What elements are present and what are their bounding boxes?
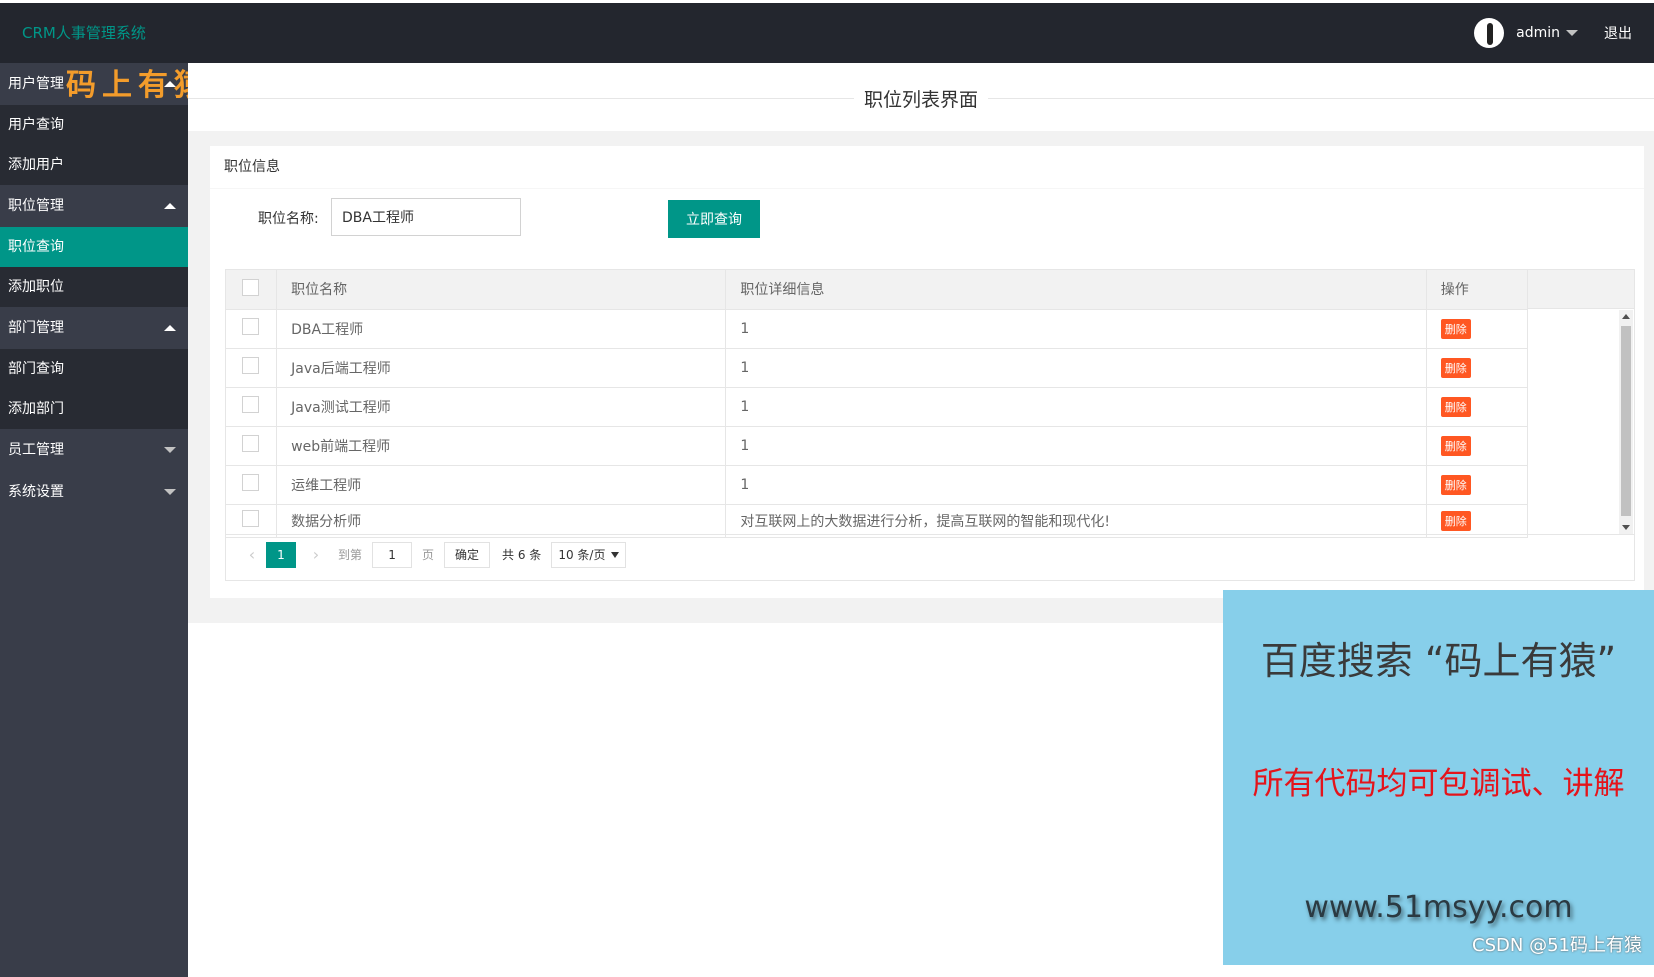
position-name-cell: Java测试工程师 xyxy=(276,387,727,427)
row-checkbox[interactable] xyxy=(242,318,259,335)
sidebar-group-settings[interactable]: 系统设置 xyxy=(0,471,188,513)
table-header-filler xyxy=(1528,270,1634,309)
table-row: DBA工程师 1 删除 xyxy=(226,309,1529,349)
column-header-detail: 职位详细信息 xyxy=(725,270,1427,310)
position-detail-cell: 1 xyxy=(725,426,1427,466)
sidebar-item-department-query[interactable]: 部门查询 xyxy=(0,349,188,389)
sidebar-children-position: 职位查询 添加职位 xyxy=(0,227,188,307)
search-form: 职位名称: 立即查询 xyxy=(210,198,1644,238)
sidebar-group-label: 职位管理 xyxy=(8,198,64,214)
user-area: admin 退出 xyxy=(1474,3,1654,63)
prev-page-icon[interactable]: ‹ xyxy=(242,545,262,564)
sidebar-children-user: 用户查询 添加用户 xyxy=(0,105,188,185)
delete-button[interactable]: 删除 xyxy=(1440,474,1471,495)
sidebar-item-add-position[interactable]: 添加职位 xyxy=(0,267,188,307)
dropdown-arrow-icon xyxy=(611,551,620,558)
user-menu[interactable]: admin xyxy=(1516,25,1578,41)
sidebar-item-user-query[interactable]: 用户查询 xyxy=(0,105,188,145)
table-row: 运维工程师 1 删除 xyxy=(226,465,1529,505)
sidebar-group-label: 员工管理 xyxy=(8,442,64,458)
sidebar-group-position[interactable]: 职位管理 xyxy=(0,185,188,227)
position-detail-cell: 1 xyxy=(725,348,1427,388)
goto-label: 到第 xyxy=(338,548,363,562)
search-button[interactable]: 立即查询 xyxy=(668,200,760,238)
total-count: 共 6 条 xyxy=(502,548,542,562)
page-title: 职位列表界面 xyxy=(853,89,988,111)
row-checkbox[interactable] xyxy=(242,357,259,374)
goto-page-input[interactable] xyxy=(372,541,413,568)
goto-confirm-button[interactable]: 确定 xyxy=(444,541,491,568)
position-card: 职位信息 职位名称: 立即查询 职位名称 职位详细信息 操作 xyxy=(210,146,1644,598)
position-name-cell: Java后端工程师 xyxy=(276,348,727,388)
chevron-up-icon xyxy=(164,325,176,331)
scroll-thumb[interactable] xyxy=(1621,326,1631,516)
row-checkbox[interactable] xyxy=(242,396,259,413)
row-checkbox[interactable] xyxy=(242,474,259,491)
row-checkbox[interactable] xyxy=(242,510,259,527)
row-checkbox[interactable] xyxy=(242,435,259,452)
promo-url: www.51msyy.com xyxy=(1304,890,1573,925)
chevron-down-icon xyxy=(164,447,176,453)
sidebar-group-employee[interactable]: 员工管理 xyxy=(0,429,188,471)
promo-search-text: 百度搜索 “码上有猿” xyxy=(1260,639,1617,683)
page-size-select[interactable]: 10 条/页 xyxy=(551,541,627,568)
table-row: web前端工程师 1 删除 xyxy=(226,426,1529,466)
logout-link[interactable]: 退出 xyxy=(1604,23,1632,43)
position-detail-cell: 1 xyxy=(725,387,1427,427)
column-header-name: 职位名称 xyxy=(276,270,727,310)
column-header-action: 操作 xyxy=(1426,270,1529,310)
position-name-cell: web前端工程师 xyxy=(276,426,727,466)
position-name-cell: DBA工程师 xyxy=(276,309,727,349)
select-all-checkbox[interactable] xyxy=(242,278,259,296)
chevron-up-icon xyxy=(164,203,176,209)
current-page[interactable]: 1 xyxy=(266,541,296,568)
sidebar-item-position-query[interactable]: 职位查询 xyxy=(0,227,188,267)
avatar[interactable] xyxy=(1474,18,1505,48)
position-name-cell: 数据分析师 xyxy=(276,504,727,538)
pagination: ‹ 1 › 到第 页 确定 共 6 条 10 条/页 xyxy=(226,534,1634,574)
next-page-icon[interactable]: › xyxy=(306,545,326,564)
position-detail-cell: 对互联网上的大数据进行分析，提高互联网的智能和现代化! xyxy=(725,504,1427,538)
delete-button[interactable]: 删除 xyxy=(1440,396,1471,417)
top-header: CRM人事管理系统 admin 退出 xyxy=(0,3,1654,63)
sidebar-group-label: 部门管理 xyxy=(8,320,64,336)
delete-button[interactable]: 删除 xyxy=(1440,510,1471,531)
promo-banner: 百度搜索 “码上有猿” 所有代码均可包调试、讲解 www.51msyy.com … xyxy=(1223,590,1654,965)
sidebar-item-add-department[interactable]: 添加部门 xyxy=(0,389,188,429)
app-logo[interactable]: CRM人事管理系统 xyxy=(22,22,146,43)
card-title: 职位信息 xyxy=(210,146,1644,189)
sidebar-group-label: 用户管理 xyxy=(8,76,64,92)
sidebar-children-department: 部门查询 添加部门 xyxy=(0,349,188,429)
position-table: 职位名称 职位详细信息 操作 DBA工程师 1 删除 Java后端工程师 1 删… xyxy=(225,269,1635,581)
search-label: 职位名称: xyxy=(258,211,319,227)
table-row: Java后端工程师 1 删除 xyxy=(226,348,1529,388)
position-name-input[interactable] xyxy=(331,198,521,236)
csdn-watermark: CSDN @51码上有猿 xyxy=(1472,935,1642,956)
position-detail-cell: 1 xyxy=(725,465,1427,505)
table-row: Java测试工程师 1 删除 xyxy=(226,387,1529,427)
page-size-value: 10 条/页 xyxy=(558,547,606,562)
chevron-down-icon xyxy=(1566,30,1578,36)
sidebar: 用户管理 用户查询 添加用户 职位管理 职位查询 添加职位 部门管理 部门查询 … xyxy=(0,63,188,977)
user-name: admin xyxy=(1516,25,1560,41)
promo-service-text: 所有代码均可包调试、讲解 xyxy=(1252,766,1625,802)
delete-button[interactable]: 删除 xyxy=(1440,318,1471,339)
page-unit: 页 xyxy=(422,548,435,562)
position-detail-cell: 1 xyxy=(725,309,1427,349)
scroll-up-icon[interactable] xyxy=(1622,314,1630,319)
position-name-cell: 运维工程师 xyxy=(276,465,727,505)
delete-button[interactable]: 删除 xyxy=(1440,435,1471,456)
sidebar-group-label: 系统设置 xyxy=(8,484,64,500)
delete-button[interactable]: 删除 xyxy=(1440,357,1471,378)
table-scrollbar[interactable] xyxy=(1619,310,1633,534)
sidebar-group-department[interactable]: 部门管理 xyxy=(0,307,188,349)
scroll-down-icon[interactable] xyxy=(1622,525,1630,530)
table-row: 数据分析师 对互联网上的大数据进行分析，提高互联网的智能和现代化! 删除 xyxy=(226,504,1529,538)
chevron-down-icon xyxy=(164,489,176,495)
sidebar-item-add-user[interactable]: 添加用户 xyxy=(0,145,188,185)
table-header-row: 职位名称 职位详细信息 操作 xyxy=(226,270,1529,310)
page-title-bar: 职位列表界面 xyxy=(188,63,1654,131)
